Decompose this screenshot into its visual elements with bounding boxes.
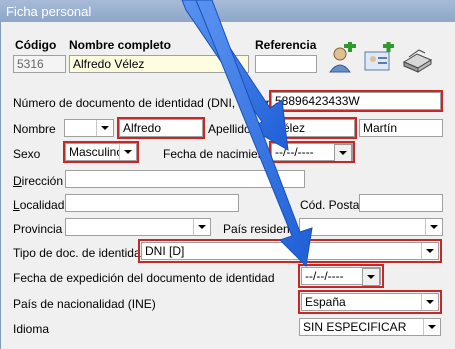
scanner-icon[interactable]: [401, 42, 433, 74]
localidad-label: Localidad: [13, 198, 65, 212]
pais-nacionalidad-label: País de nacionalidad (INE): [13, 297, 156, 311]
documento-label: Número de documento de identidad (DNI, P…: [13, 96, 298, 110]
ficha-personal-panel: Código Nombre completo Referencia 5316 A…: [0, 22, 455, 349]
nombre-completo-field[interactable]: Alfredo Vélez: [69, 55, 249, 73]
tipo-doc-highlight: [138, 239, 442, 263]
nombre-label: Nombre: [13, 122, 56, 136]
apellidos-label: Apellidos: [208, 122, 257, 136]
sexo-label: Sexo: [13, 147, 41, 161]
cod-postal-label: Cód. Postal: [300, 198, 363, 212]
window-titlebar: Ficha personal: [0, 0, 455, 22]
localidad-label-rest: ocalidad: [19, 198, 65, 212]
referencia-label: Referencia: [255, 38, 317, 52]
provincia-select[interactable]: [65, 218, 211, 236]
idioma-select[interactable]: SIN ESPECIFICAR: [299, 318, 441, 336]
chevron-down-icon[interactable]: [423, 319, 440, 335]
direccion-field[interactable]: [65, 170, 305, 188]
cod-postal-field[interactable]: [359, 194, 443, 212]
documento-highlight: [269, 90, 443, 112]
referencia-field[interactable]: [255, 55, 317, 73]
idioma-value: SIN ESPECIFICAR: [303, 320, 407, 334]
chevron-down-icon[interactable]: [193, 219, 210, 235]
fecha-nacimiento-label: Fecha de nacimiento: [163, 147, 275, 161]
idioma-label: Idioma: [13, 322, 50, 336]
codigo-label: Código: [15, 38, 57, 52]
apellido1-highlight: [269, 117, 357, 139]
provincia-label: Provincia: [13, 222, 63, 236]
nombre-prefix-select[interactable]: [64, 119, 114, 137]
apellido2-field[interactable]: Martín: [359, 119, 443, 137]
chevron-down-icon[interactable]: [425, 219, 442, 235]
fecha-expedicion-label: Fecha de expedición del documento de ide…: [13, 271, 275, 285]
direccion-label: Dirección: [13, 174, 64, 188]
window-title: Ficha personal: [6, 4, 92, 19]
sexo-highlight: [63, 141, 139, 163]
pais-nacionalidad-highlight: [298, 290, 442, 314]
add-person-icon[interactable]: [326, 40, 358, 74]
nombre-highlight: [117, 117, 205, 139]
fecha-expedicion-highlight: [298, 264, 384, 288]
tipo-doc-label: Tipo de doc. de identidad: [13, 246, 148, 260]
add-contact-card-icon[interactable]: [363, 41, 395, 74]
fecha-nacimiento-highlight: [269, 141, 355, 163]
direccion-label-rest: irección: [21, 174, 64, 188]
codigo-field[interactable]: 5316: [13, 55, 66, 73]
chevron-down-icon[interactable]: [96, 120, 113, 136]
nombre-completo-label: Nombre completo: [69, 38, 172, 52]
localidad-field[interactable]: [65, 194, 239, 212]
pais-residencia-label: País residencia: [223, 222, 306, 236]
pais-residencia-select[interactable]: [299, 218, 443, 236]
